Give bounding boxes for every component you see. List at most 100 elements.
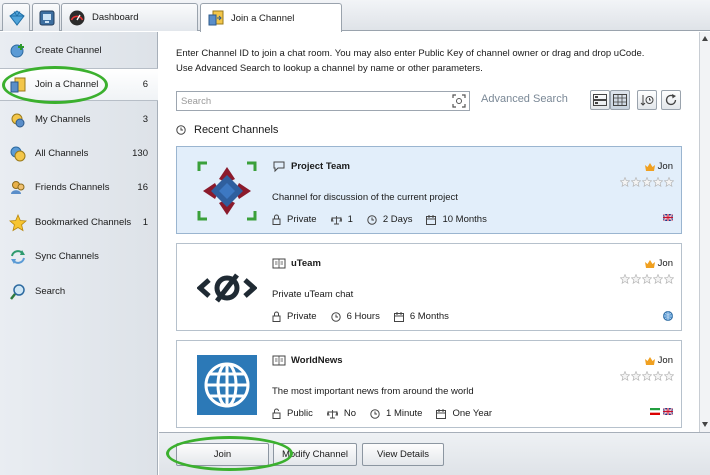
star-icon xyxy=(9,213,27,232)
tab-bar: Dashboard Join a Channel xyxy=(0,0,710,32)
tab-join-channel[interactable]: Join a Channel xyxy=(200,3,342,32)
empty-star-icon[interactable] xyxy=(664,177,674,187)
channel-owner: Jon xyxy=(644,161,673,172)
empty-star-icon[interactable] xyxy=(642,371,652,381)
channel-card-worldnews[interactable]: WorldNews The most important news from a… xyxy=(176,340,682,428)
channel-meta: Private 1 2 Days 10 Months xyxy=(272,214,501,225)
tab-join-label: Join a Channel xyxy=(231,12,295,24)
empty-star-icon[interactable] xyxy=(664,274,674,284)
list-view-icon xyxy=(593,94,607,106)
empty-star-icon[interactable] xyxy=(653,371,663,381)
expires-value: One Year xyxy=(452,408,493,419)
search-box xyxy=(176,91,470,111)
empty-star-icon[interactable] xyxy=(642,177,652,187)
globe-icon xyxy=(663,311,673,321)
sidebar-item-label: Join a Channel xyxy=(35,79,99,90)
language-flags xyxy=(663,311,673,321)
sidebar-item-count: 3 xyxy=(142,114,148,125)
sidebar-item-create-channel[interactable]: Create Channel xyxy=(0,34,158,67)
members-value: 1 xyxy=(347,214,353,225)
sidebar-item-all-channels[interactable]: All Channels 130 xyxy=(0,137,158,170)
channel-card-uteam[interactable]: uTeam Private uTeam chat Private 6 Hours… xyxy=(176,243,682,331)
sidebar-item-label: Sync Channels xyxy=(35,251,99,262)
sidebar-item-friends-channels[interactable]: Friends Channels 16 xyxy=(0,171,158,204)
vertical-scrollbar[interactable] xyxy=(699,32,710,432)
clock-icon xyxy=(367,214,377,225)
empty-star-icon[interactable] xyxy=(631,274,641,284)
rating-stars[interactable] xyxy=(619,371,674,381)
sidebar-item-bookmarked-channels[interactable]: Bookmarked Channels 1 xyxy=(0,206,158,239)
channel-owner: Jon xyxy=(644,355,673,366)
view-details-button[interactable]: View Details xyxy=(362,443,444,466)
channel-description: Private uTeam chat xyxy=(272,289,354,300)
expires-meta: One Year xyxy=(436,408,492,419)
sidebar-item-search[interactable]: Search xyxy=(0,275,158,308)
join-button[interactable]: Join xyxy=(176,443,269,466)
create-channel-icon xyxy=(9,42,27,60)
access-value: Private xyxy=(287,311,317,322)
members-meta: 1 xyxy=(330,214,353,225)
empty-star-icon[interactable] xyxy=(653,177,663,187)
lock-icon xyxy=(272,311,281,322)
age-value: 2 Days xyxy=(382,214,413,225)
modify-channel-button[interactable]: Modify Channel xyxy=(273,443,357,466)
calendar-icon xyxy=(436,408,447,419)
scroll-up-arrow-icon[interactable] xyxy=(702,36,708,41)
sidebar-item-join-channel[interactable]: Join a Channel 6 xyxy=(0,68,158,101)
clock-icon xyxy=(176,125,186,135)
scan-code-icon[interactable] xyxy=(452,94,466,108)
age-value: 6 Hours xyxy=(346,311,380,322)
empty-star-icon[interactable] xyxy=(620,371,630,381)
rating-stars[interactable] xyxy=(619,274,674,284)
book-icon xyxy=(272,355,286,366)
refresh-button[interactable] xyxy=(661,90,681,110)
calendar-icon xyxy=(426,214,437,225)
worldnews-globe-logo-icon xyxy=(197,355,257,415)
empty-star-icon[interactable] xyxy=(653,274,663,284)
members-meta: No xyxy=(326,408,356,419)
expires-meta: 6 Months xyxy=(393,311,449,322)
empty-star-icon[interactable] xyxy=(620,274,630,284)
tab-dashboard[interactable]: Dashboard xyxy=(61,3,198,31)
friends-channels-icon xyxy=(9,179,27,197)
age-meta: 1 Minute xyxy=(370,408,422,419)
sidebar-item-my-channels[interactable]: My Channels 3 xyxy=(0,103,158,136)
sidebar-item-sync-channels[interactable]: Sync Channels xyxy=(0,240,158,273)
search-input[interactable] xyxy=(177,93,452,109)
empty-star-icon[interactable] xyxy=(631,177,641,187)
sidebar-item-label: Search xyxy=(35,286,66,297)
instructions-line-2: Use Advanced Search to lookup a channel … xyxy=(176,63,483,74)
scroll-down-arrow-icon[interactable] xyxy=(702,422,708,427)
channel-name: uTeam xyxy=(291,258,321,269)
access-meta: Private xyxy=(272,214,317,225)
sort-by-time-button[interactable] xyxy=(637,90,657,110)
channel-meta: Private 6 Hours 6 Months xyxy=(272,311,463,322)
all-channels-icon xyxy=(9,145,27,163)
channel-card-project-team[interactable]: Project Team Channel for discussion of t… xyxy=(176,146,682,234)
dashboard-gauge-icon xyxy=(69,10,85,25)
empty-star-icon[interactable] xyxy=(664,371,674,381)
list-view-button[interactable] xyxy=(590,90,610,110)
scales-icon xyxy=(326,409,338,418)
empty-star-icon[interactable] xyxy=(631,371,641,381)
grid-view-button[interactable] xyxy=(610,90,630,110)
sidebar-item-label: Bookmarked Channels xyxy=(35,217,132,228)
channel-description: The most important news from around the … xyxy=(272,386,474,397)
tab-home[interactable] xyxy=(2,3,30,31)
empty-star-icon[interactable] xyxy=(620,177,630,187)
language-flags xyxy=(647,408,673,415)
join-channel-icon xyxy=(9,76,27,94)
crown-icon xyxy=(644,162,655,171)
sidebar-item-label: Create Channel xyxy=(35,45,102,56)
access-meta: Public xyxy=(272,408,313,419)
empty-star-icon[interactable] xyxy=(642,274,652,284)
rating-stars[interactable] xyxy=(619,177,674,187)
clock-icon xyxy=(330,311,341,322)
advanced-search-link[interactable]: Advanced Search xyxy=(481,93,568,105)
expires-value: 10 Months xyxy=(442,214,487,225)
expires-meta: 10 Months xyxy=(426,214,487,225)
expires-value: 6 Months xyxy=(409,311,449,322)
tab-monitor[interactable] xyxy=(32,3,60,31)
clock-icon xyxy=(370,408,380,419)
sidebar-item-label: My Channels xyxy=(35,114,91,125)
